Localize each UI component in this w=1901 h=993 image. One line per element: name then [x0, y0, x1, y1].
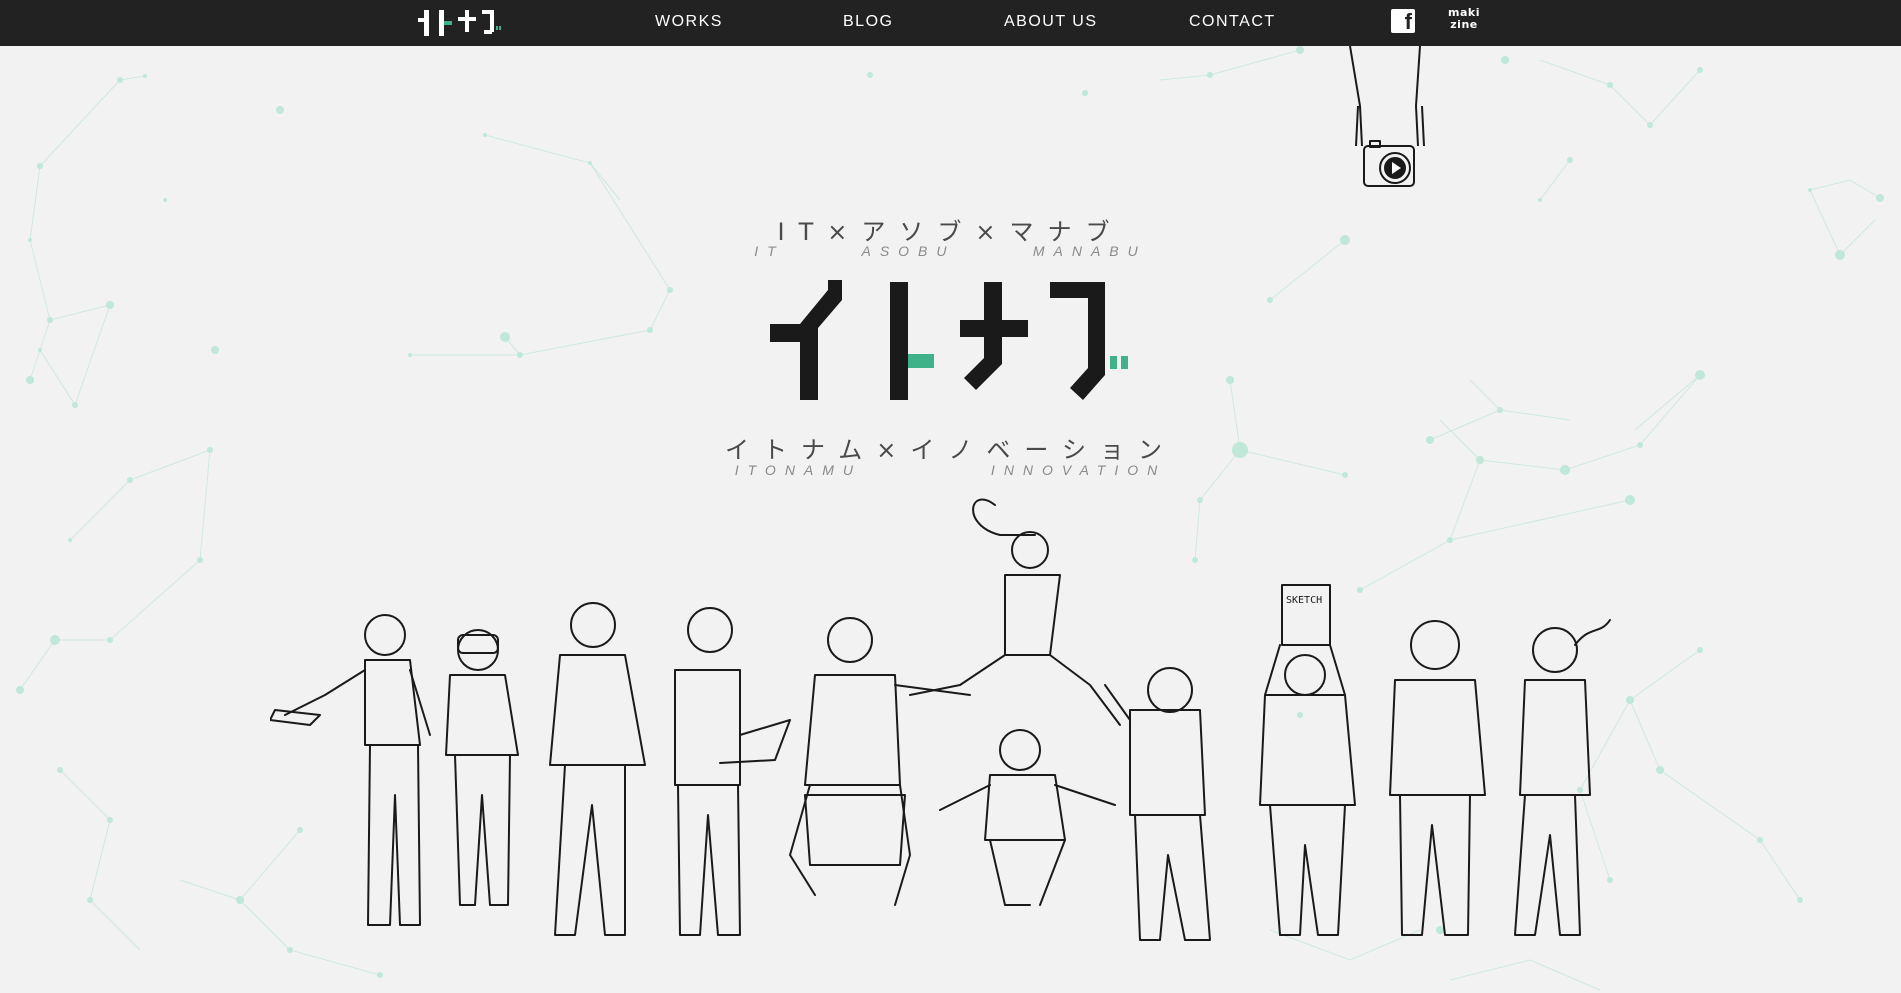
- main-logo: [770, 280, 1128, 400]
- person-in-plaid-shirt: [1514, 619, 1611, 936]
- tagline-top-jp: IT×アソブ×マナブ: [777, 218, 1124, 246]
- tagline-bottom-jp: イトナム×イノベーション: [725, 436, 1176, 464]
- sketch-people-illustration: SKETCH: [270, 498, 1611, 941]
- sketchbook-label: SKETCH: [1286, 595, 1322, 606]
- person-with-document: [270, 614, 431, 926]
- tagline-bottom-en: ITONAMU INNOVATION: [734, 462, 1167, 478]
- person-dancing: [789, 617, 971, 906]
- person-with-jacket: [549, 602, 646, 936]
- person-crouching: [939, 729, 1116, 906]
- person-with-laptop: [674, 607, 791, 936]
- person-with-sketchbook: [1259, 584, 1356, 936]
- tagline-top-en: IT ASOBU MANABU: [754, 243, 1147, 259]
- person-with-headphones: [1389, 620, 1486, 936]
- person-with-phone: [1104, 667, 1211, 941]
- person-with-vr-headset: [445, 629, 519, 906]
